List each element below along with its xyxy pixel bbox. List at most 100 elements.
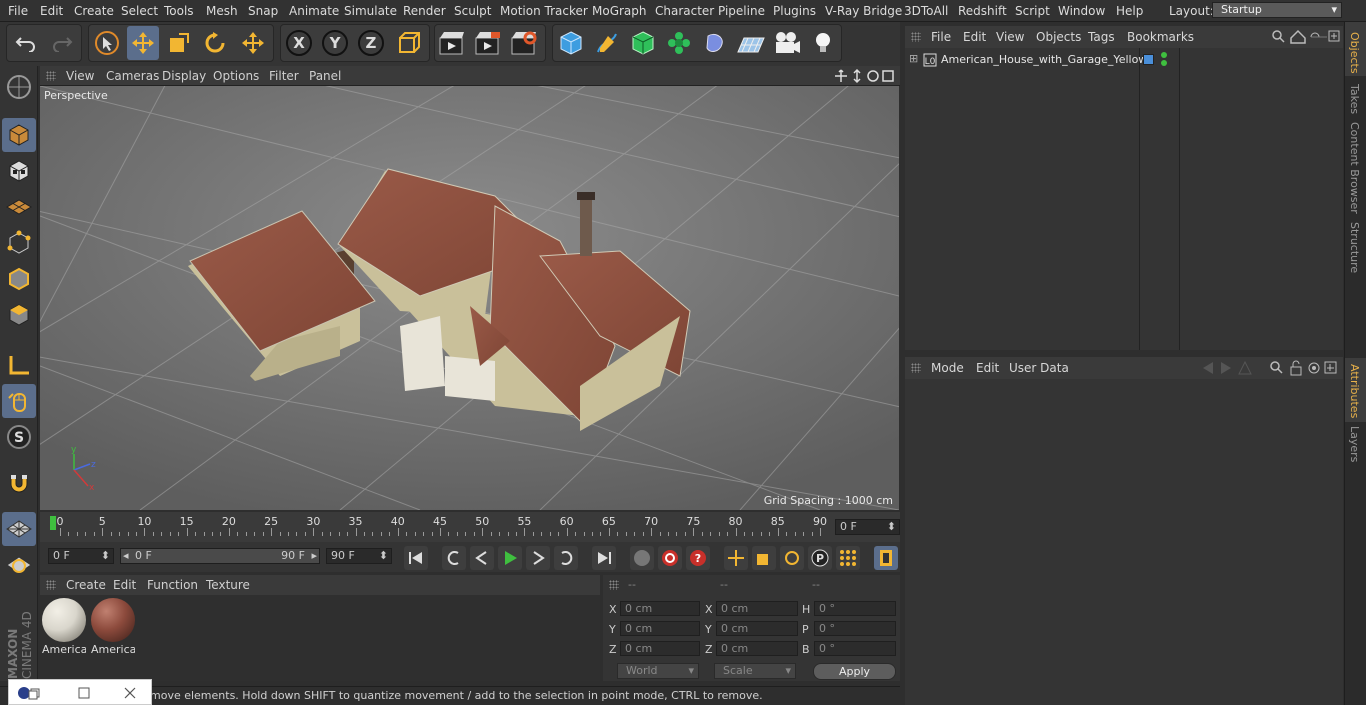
current-frame-field[interactable]: 0 F ⬍ xyxy=(835,519,900,535)
redo-icon[interactable] xyxy=(46,26,78,60)
start-frame-field[interactable]: 0 F ⬍ xyxy=(48,548,114,564)
apply-button[interactable]: Apply xyxy=(813,663,896,680)
object-name[interactable]: American_House_with_Garage_Yellow xyxy=(941,53,1147,66)
key-rotation-icon[interactable] xyxy=(780,546,804,570)
menu-snap[interactable]: Snap xyxy=(248,4,278,18)
editor-visibility-dot[interactable] xyxy=(1161,52,1167,58)
make-editable-icon[interactable] xyxy=(2,70,36,104)
tab-structure[interactable]: Structure xyxy=(1348,222,1361,273)
viewport-menu-filter[interactable]: Filter xyxy=(269,69,299,83)
rotation-h-field[interactable]: 0 ° xyxy=(814,601,896,616)
floor-icon[interactable] xyxy=(735,26,767,60)
viewport-menu-view[interactable]: View xyxy=(66,69,94,83)
viewport-menu-display[interactable]: Display xyxy=(162,69,206,83)
tab-objects[interactable]: Objects xyxy=(1348,32,1361,74)
key-pla-icon[interactable] xyxy=(836,546,860,570)
viewport-menu-panel[interactable]: Panel xyxy=(309,69,341,83)
locked-workplane-icon[interactable] xyxy=(2,548,36,582)
x-axis-icon[interactable]: X xyxy=(283,26,315,60)
render-picture-viewer-icon[interactable] xyxy=(472,26,504,60)
go-to-end-icon[interactable] xyxy=(592,546,616,570)
menu-redshift[interactable]: Redshift xyxy=(958,4,1007,18)
previous-key-icon[interactable] xyxy=(442,546,466,570)
size-y-field[interactable]: 0 cm xyxy=(716,621,798,636)
om-menu-objects[interactable]: Objects xyxy=(1036,30,1081,44)
menu-vray-bridge[interactable]: V-Ray Bridge xyxy=(825,4,902,18)
recent-tool-icon[interactable] xyxy=(237,26,269,60)
material-menu-texture[interactable]: Texture xyxy=(206,578,250,592)
cloner-icon[interactable] xyxy=(663,26,695,60)
previous-frame-icon[interactable] xyxy=(470,546,494,570)
perspective-viewport[interactable]: y z x Perspective Grid Spacing : 1000 cm xyxy=(40,86,899,510)
expand-icon[interactable]: ⊞ xyxy=(909,52,918,65)
menu-character[interactable]: Character xyxy=(655,4,714,18)
go-to-start-icon[interactable] xyxy=(404,546,428,570)
enable-axis-icon[interactable] xyxy=(2,348,36,382)
cube-icon[interactable] xyxy=(555,26,587,60)
solo-icon[interactable]: S xyxy=(2,420,36,454)
move-icon[interactable] xyxy=(127,26,159,60)
subdivision-icon[interactable] xyxy=(627,26,659,60)
grip-icon[interactable] xyxy=(609,580,619,590)
edit-render-settings-icon[interactable] xyxy=(508,26,540,60)
menu-tools[interactable]: Tools xyxy=(164,4,194,18)
key-position-icon[interactable] xyxy=(724,546,748,570)
keyframe-selection-icon[interactable]: ? xyxy=(686,546,710,570)
undo-icon[interactable] xyxy=(10,26,42,60)
tab-attributes[interactable]: Attributes xyxy=(1348,364,1361,418)
object-row[interactable]: ⊞ L0 American_House_with_Garage_Yellow xyxy=(905,51,1343,69)
points-mode-icon[interactable] xyxy=(2,226,36,260)
render-visibility-dot[interactable] xyxy=(1161,60,1167,66)
om-toolbar-icons[interactable] xyxy=(1271,29,1341,45)
end-frame-field[interactable]: 90 F ⬍ xyxy=(326,548,392,564)
edges-mode-icon[interactable] xyxy=(2,262,36,296)
grip-icon[interactable] xyxy=(46,580,56,590)
om-menu-file[interactable]: File xyxy=(931,30,951,44)
model-mode-icon[interactable] xyxy=(2,118,36,152)
menu-animate[interactable]: Animate xyxy=(289,4,339,18)
menu-edit[interactable]: Edit xyxy=(40,4,63,18)
y-axis-icon[interactable]: Y xyxy=(319,26,351,60)
om-menu-view[interactable]: View xyxy=(996,30,1024,44)
menu-create[interactable]: Create xyxy=(74,4,114,18)
menu-motion-tracker[interactable]: Motion Tracker xyxy=(500,4,588,18)
render-view-icon[interactable] xyxy=(436,26,468,60)
next-frame-icon[interactable] xyxy=(526,546,550,570)
menu-sculpt[interactable]: Sculpt xyxy=(454,4,491,18)
close-icon[interactable] xyxy=(123,686,137,700)
coordinate-space-select[interactable]: World ▾ xyxy=(617,663,699,679)
polygons-mode-icon[interactable] xyxy=(2,298,36,332)
key-scale-icon[interactable] xyxy=(752,546,776,570)
tab-takes[interactable]: Takes xyxy=(1348,84,1361,114)
size-mode-select[interactable]: Scale ▾ xyxy=(714,663,796,679)
grip-icon[interactable] xyxy=(911,32,921,42)
tab-content-browser[interactable]: Content Browser xyxy=(1348,122,1361,214)
om-menu-bookmarks[interactable]: Bookmarks xyxy=(1127,30,1194,44)
menu-3dtoall[interactable]: 3DToAll xyxy=(904,4,948,18)
key-parameter-icon[interactable]: P xyxy=(808,546,832,570)
restore-icon[interactable] xyxy=(17,686,45,700)
snap-icon[interactable] xyxy=(2,466,36,500)
deformer-icon[interactable] xyxy=(699,26,731,60)
menu-file[interactable]: File xyxy=(8,4,28,18)
workplane-grid-icon[interactable] xyxy=(2,512,36,546)
rotate-icon[interactable] xyxy=(199,26,231,60)
material-menu-create[interactable]: Create xyxy=(66,578,106,592)
workplane-mode-icon[interactable] xyxy=(2,190,36,224)
tab-layers[interactable]: Layers xyxy=(1348,426,1361,462)
size-z-field[interactable]: 0 cm xyxy=(716,641,798,656)
menu-simulate[interactable]: Simulate xyxy=(344,4,397,18)
menu-mograph[interactable]: MoGraph xyxy=(592,4,647,18)
menu-script[interactable]: Script xyxy=(1015,4,1050,18)
texture-mode-icon[interactable] xyxy=(2,154,36,188)
timeline-ruler[interactable]: 0 5 10 15 20 25 30 35 40 45 50 55 60 65 70 75 80 85 90 0 F… xyxy=(40,512,900,542)
pen-icon[interactable] xyxy=(591,26,623,60)
material-menu-edit[interactable]: Edit xyxy=(113,578,136,592)
menu-select[interactable]: Select xyxy=(121,4,158,18)
next-key-icon[interactable] xyxy=(554,546,578,570)
rotation-b-field[interactable]: 0 ° xyxy=(814,641,896,656)
menu-help[interactable]: Help xyxy=(1116,4,1143,18)
position-x-field[interactable]: 0 cm xyxy=(620,601,700,616)
maximize-icon[interactable] xyxy=(77,686,91,700)
size-x-field[interactable]: 0 cm xyxy=(716,601,798,616)
